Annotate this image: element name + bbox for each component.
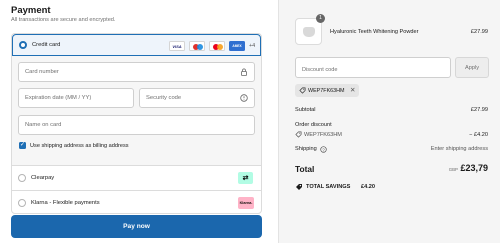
order-discount-label: Order discount [295,122,332,128]
tag-icon [299,87,306,94]
applied-discount-code: WEP7FK63HM [308,87,345,94]
visa-logo: VISA [169,41,185,51]
applied-discount-tag: WEP7FK63HM ✕ [295,84,359,97]
lock-icon [241,68,247,76]
subtotal-label: Subtotal [295,107,316,113]
name-on-card-input[interactable] [19,116,254,134]
discount-tag-icon [295,131,302,138]
total-savings-label: TOTAL SAVINGS [306,184,351,190]
more-cards-count: +4 [249,43,256,49]
total-currency: GBP [448,167,458,172]
expiration-input[interactable] [19,89,133,107]
mastercard-logo [209,41,225,51]
discount-code-input[interactable] [296,60,450,80]
discount-code-field[interactable] [295,57,451,80]
clearpay-logo-icon: ⇄ [238,172,253,184]
credit-card-label: Credit card [32,42,61,48]
order-discount-value: − £4.20 [469,132,488,138]
shipping-value: Enter shipping address [430,146,488,152]
klarna-radio[interactable] [18,199,26,207]
shipping-label: Shipping [295,146,317,152]
total-savings-value: £4.20 [361,184,375,190]
savings-tag-icon [296,184,302,190]
remove-discount-icon[interactable]: ✕ [350,86,355,94]
help-icon[interactable] [240,94,248,102]
total-label: Total [295,164,315,174]
subtotal-value: £27.99 [470,107,488,113]
shipping-help-icon[interactable]: ? [320,146,327,153]
credit-card-radio[interactable] [19,41,27,49]
page-subtitle: All transactions are secure and encrypte… [11,17,116,23]
total-value: £23,79 [460,163,488,173]
amex-logo: AMEX [229,41,245,51]
klarna-label: Klarna - Flexible payments [31,200,100,206]
expiration-field[interactable] [18,88,134,108]
klarna-option[interactable]: Klarna - Flexible payments Klarna. [12,191,261,216]
product-price: £27.99 [470,29,488,35]
card-number-input[interactable] [19,63,254,81]
payment-methods: Credit card VISA AMEX +4 Card number Exp… [11,33,262,214]
klarna-logo: Klarna. [238,197,254,209]
clearpay-option[interactable]: Clearpay ⇄ [12,166,261,191]
billing-checkbox-label: Use shipping address as billing address [30,142,129,149]
security-code-input[interactable] [140,89,254,107]
clearpay-label: Clearpay [31,175,55,181]
page-title: Payment [11,5,51,16]
pay-now-button[interactable]: Pay now [11,215,262,238]
billing-checkbox[interactable]: ✓ [19,142,26,149]
svg-text:?: ? [322,147,325,152]
product-jar-image [303,27,315,37]
clearpay-radio[interactable] [18,174,26,182]
quantity-badge: 1 [316,14,325,23]
credit-card-form: ✓ Use shipping address as billing addres… [12,56,261,166]
credit-card-option[interactable]: Credit card VISA AMEX +4 [12,34,261,56]
maestro-logo [189,41,205,51]
order-summary: 1 Hyaluronic Teeth Whitening Powder £27.… [278,0,500,243]
name-on-card-field[interactable] [18,115,255,135]
security-code-field[interactable] [139,88,255,108]
apply-discount-button[interactable]: Apply [455,57,489,78]
card-number-field[interactable] [18,62,255,82]
payment-panel: Payment All transactions are secure and … [0,0,278,243]
product-name: Hyaluronic Teeth Whitening Powder [330,29,419,35]
order-discount-code: WEP7FK63HM [304,132,342,138]
